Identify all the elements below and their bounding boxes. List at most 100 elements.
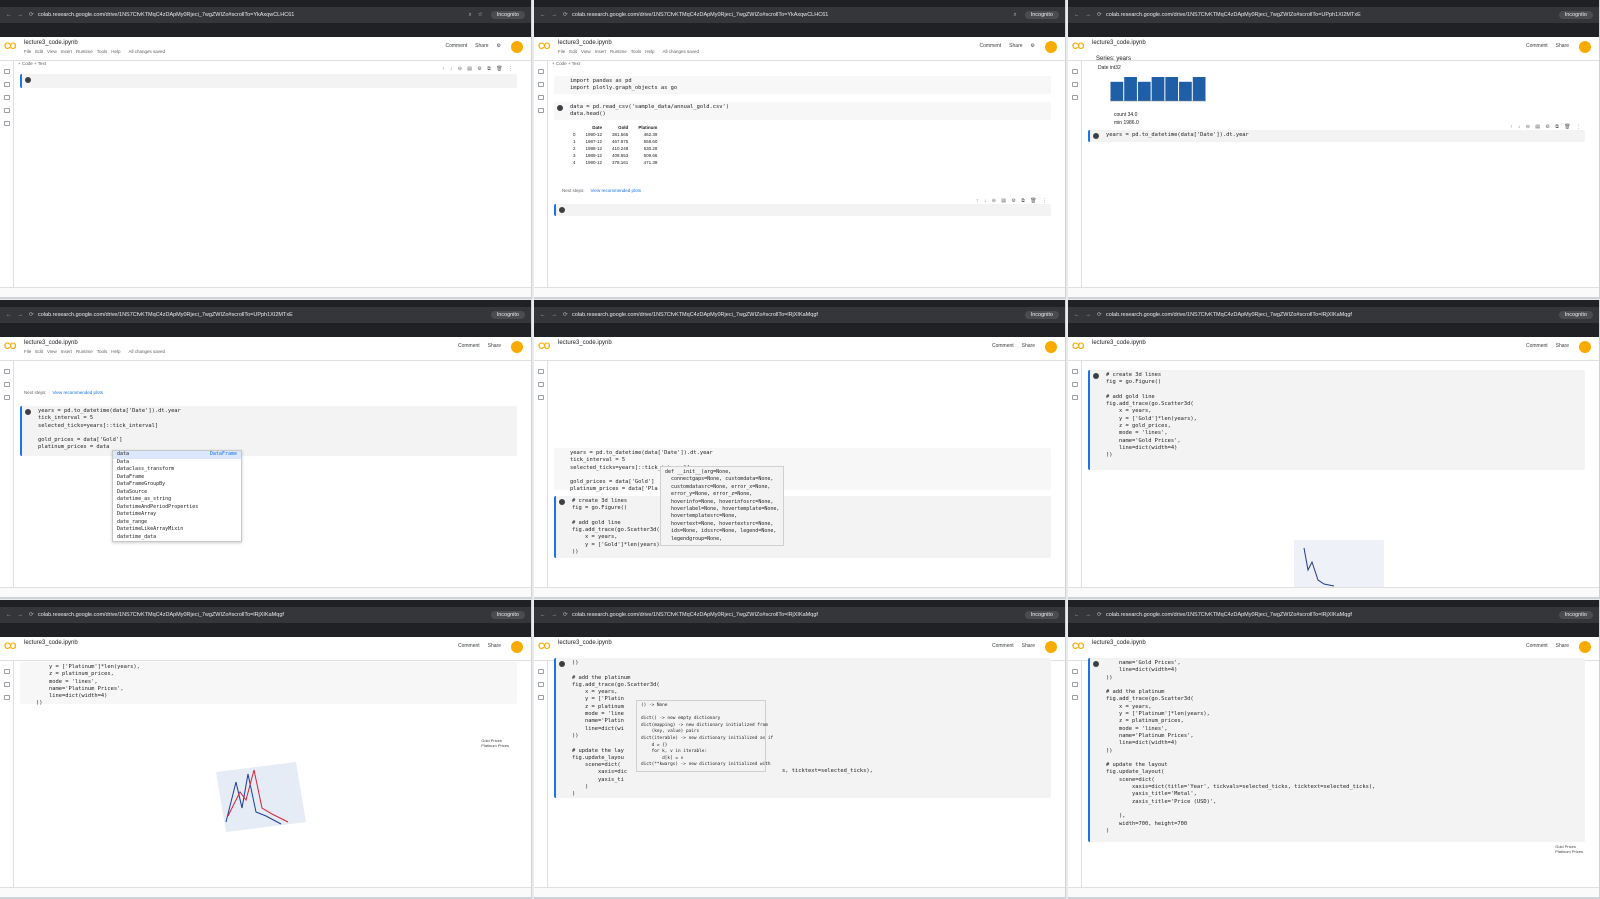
suggestion-item[interactable]: datetime_as_string bbox=[113, 496, 241, 504]
menu-help[interactable]: Help bbox=[111, 349, 120, 354]
comment-button[interactable]: Comment bbox=[1526, 343, 1548, 349]
avatar[interactable] bbox=[511, 341, 523, 353]
reload-icon[interactable]: ⟳ bbox=[1097, 12, 1102, 18]
back-icon[interactable]: ← bbox=[6, 612, 12, 618]
comment-button[interactable]: Comment bbox=[992, 643, 1014, 649]
comment-button[interactable]: Comment bbox=[458, 343, 480, 349]
files-icon[interactable] bbox=[1072, 695, 1078, 700]
run-button-icon[interactable] bbox=[1093, 661, 1099, 667]
code-text[interactable]: data = pd.read_csv('sample_data/annual_g… bbox=[570, 104, 729, 119]
colab-logo[interactable]: CO bbox=[1072, 641, 1087, 651]
colab-logo[interactable]: CO bbox=[1072, 341, 1087, 351]
back-icon[interactable]: ← bbox=[6, 312, 12, 318]
code-cell[interactable]: )) # add the platinum fig.add_trace(go.S… bbox=[554, 658, 1051, 798]
code-cell-years[interactable]: years = pd.to_datetime(data['Date']).dt.… bbox=[554, 448, 1051, 492]
code-cell[interactable] bbox=[20, 74, 517, 88]
menu-edit[interactable]: Edit bbox=[569, 49, 577, 54]
share-button[interactable]: Share bbox=[488, 343, 501, 349]
toc-icon[interactable] bbox=[1072, 669, 1078, 674]
code-text[interactable]: years = pd.to_datetime(data['Date']).dt.… bbox=[38, 408, 181, 452]
comment-button[interactable]: Comment bbox=[992, 343, 1014, 349]
forward-icon[interactable]: → bbox=[18, 12, 24, 18]
forward-icon[interactable]: → bbox=[1086, 12, 1092, 18]
reload-icon[interactable]: ⟳ bbox=[29, 312, 34, 318]
notebook-title[interactable]: lecture3_code.ipynb bbox=[558, 640, 612, 646]
url-text[interactable]: colab.research.google.com/drive/1NS7CfvK… bbox=[572, 12, 1008, 18]
code-tail[interactable]: s, ticktext=selected_ticks), bbox=[782, 768, 873, 775]
url-text[interactable]: colab.research.google.com/drive/1NS7CfvK… bbox=[572, 612, 1017, 618]
code-cell-figure[interactable]: # create 3d lines fig = go.Figure() # ad… bbox=[554, 496, 1051, 558]
suggestion-item[interactable]: DataFrameGroupBy bbox=[113, 481, 241, 489]
add-code-button[interactable]: + Code bbox=[552, 61, 567, 66]
gear-icon[interactable]: ⚙ bbox=[1031, 43, 1035, 49]
nav-buttons[interactable]: ← → ⟳ bbox=[1074, 312, 1106, 318]
comment-button[interactable]: Comment bbox=[458, 643, 480, 649]
menu-edit[interactable]: Edit bbox=[35, 349, 43, 354]
avatar[interactable] bbox=[1579, 341, 1591, 353]
menu-file[interactable]: File bbox=[24, 49, 31, 54]
back-icon[interactable]: ← bbox=[1074, 312, 1080, 318]
code-cell[interactable]: y = ['Platinum']*len(years), z = platinu… bbox=[20, 662, 517, 706]
code-text[interactable]: y = ['Platinum']*len(years), z = platinu… bbox=[36, 664, 140, 708]
menu-tools[interactable]: Tools bbox=[97, 49, 108, 54]
share-button[interactable]: Share bbox=[1022, 643, 1035, 649]
files-icon[interactable] bbox=[4, 395, 10, 400]
run-button-icon[interactable] bbox=[1093, 373, 1099, 379]
run-button-icon[interactable] bbox=[557, 105, 563, 111]
menu-runtime[interactable]: Runtime bbox=[76, 349, 93, 354]
avatar[interactable] bbox=[1045, 341, 1057, 353]
back-icon[interactable]: ← bbox=[1074, 12, 1080, 18]
search-icon[interactable] bbox=[538, 682, 544, 687]
url-text[interactable]: colab.research.google.com/drive/1NS7CfvK… bbox=[38, 12, 463, 18]
files-icon[interactable] bbox=[1072, 95, 1078, 100]
run-button-icon[interactable] bbox=[559, 499, 565, 505]
suggestion-item[interactable]: DatetimeLikeArrayMixin bbox=[113, 526, 241, 534]
search-icon[interactable] bbox=[538, 82, 544, 87]
run-button-icon[interactable] bbox=[25, 409, 31, 415]
menu-edit[interactable]: Edit bbox=[35, 49, 43, 54]
toc-icon[interactable] bbox=[538, 669, 544, 674]
comment-button[interactable]: Comment bbox=[1526, 643, 1548, 649]
url-text[interactable]: colab.research.google.com/drive/1NS7CfvK… bbox=[1106, 12, 1551, 18]
back-icon[interactable]: ← bbox=[6, 12, 12, 18]
legend-item[interactable]: Platinum Prices bbox=[481, 743, 509, 748]
url-text[interactable]: colab.research.google.com/drive/1NS7CfvK… bbox=[572, 312, 1017, 318]
code-text[interactable]: # create 3d lines fig = go.Figure() # ad… bbox=[1106, 372, 1197, 460]
back-icon[interactable]: ← bbox=[540, 12, 546, 18]
back-icon[interactable]: ← bbox=[1074, 612, 1080, 618]
toc-icon[interactable] bbox=[1072, 369, 1078, 374]
forward-icon[interactable]: → bbox=[552, 612, 558, 618]
files-icon[interactable] bbox=[538, 395, 544, 400]
forward-icon[interactable]: → bbox=[1086, 612, 1092, 618]
suggestion-item[interactable]: data DataFrame bbox=[113, 451, 241, 459]
code-text[interactable]: # create 3d lines fig = go.Figure() # ad… bbox=[572, 498, 660, 556]
colab-logo[interactable]: CO bbox=[4, 341, 19, 351]
files-icon[interactable] bbox=[4, 121, 10, 126]
search-icon[interactable] bbox=[4, 382, 10, 387]
share-button[interactable]: Share bbox=[488, 643, 501, 649]
suggestion-item[interactable]: DatetimeAndPeriodProperties bbox=[113, 504, 241, 512]
search-icon[interactable] bbox=[1072, 682, 1078, 687]
colab-logo[interactable]: CO bbox=[538, 341, 553, 351]
suggestion-item[interactable]: dataclass_transform bbox=[113, 466, 241, 474]
comment-button[interactable]: Comment bbox=[1526, 43, 1548, 49]
view-plots-link[interactable]: View recommended plots bbox=[591, 188, 641, 193]
search-icon[interactable] bbox=[1072, 382, 1078, 387]
search-icon[interactable] bbox=[4, 682, 10, 687]
menu-help[interactable]: Help bbox=[111, 49, 120, 54]
avatar[interactable] bbox=[1045, 641, 1057, 653]
colab-logo[interactable]: CO bbox=[538, 641, 553, 651]
menu-insert[interactable]: Insert bbox=[61, 49, 72, 54]
variables-icon[interactable] bbox=[538, 95, 544, 100]
nav-buttons[interactable]: ← → ⟳ bbox=[1074, 612, 1106, 618]
menu-view[interactable]: View bbox=[47, 49, 57, 54]
menu-help[interactable]: Help bbox=[645, 49, 654, 54]
colab-logo[interactable]: CO bbox=[1072, 41, 1087, 51]
menu-file[interactable]: File bbox=[558, 49, 565, 54]
code-cell-imports[interactable]: import pandas as pd import plotly.graph_… bbox=[554, 76, 1051, 94]
menu-tools[interactable]: Tools bbox=[631, 49, 642, 54]
nav-buttons[interactable]: ← → ⟳ bbox=[540, 612, 572, 618]
notebook-title[interactable]: lecture3_code.ipynb bbox=[24, 40, 78, 46]
cell-actions[interactable]: ↑ ↓ ⊖ ▤ ⚙ ⧉ 🗑 ⋮ bbox=[442, 66, 515, 72]
add-text-button[interactable]: + Text bbox=[568, 61, 580, 66]
